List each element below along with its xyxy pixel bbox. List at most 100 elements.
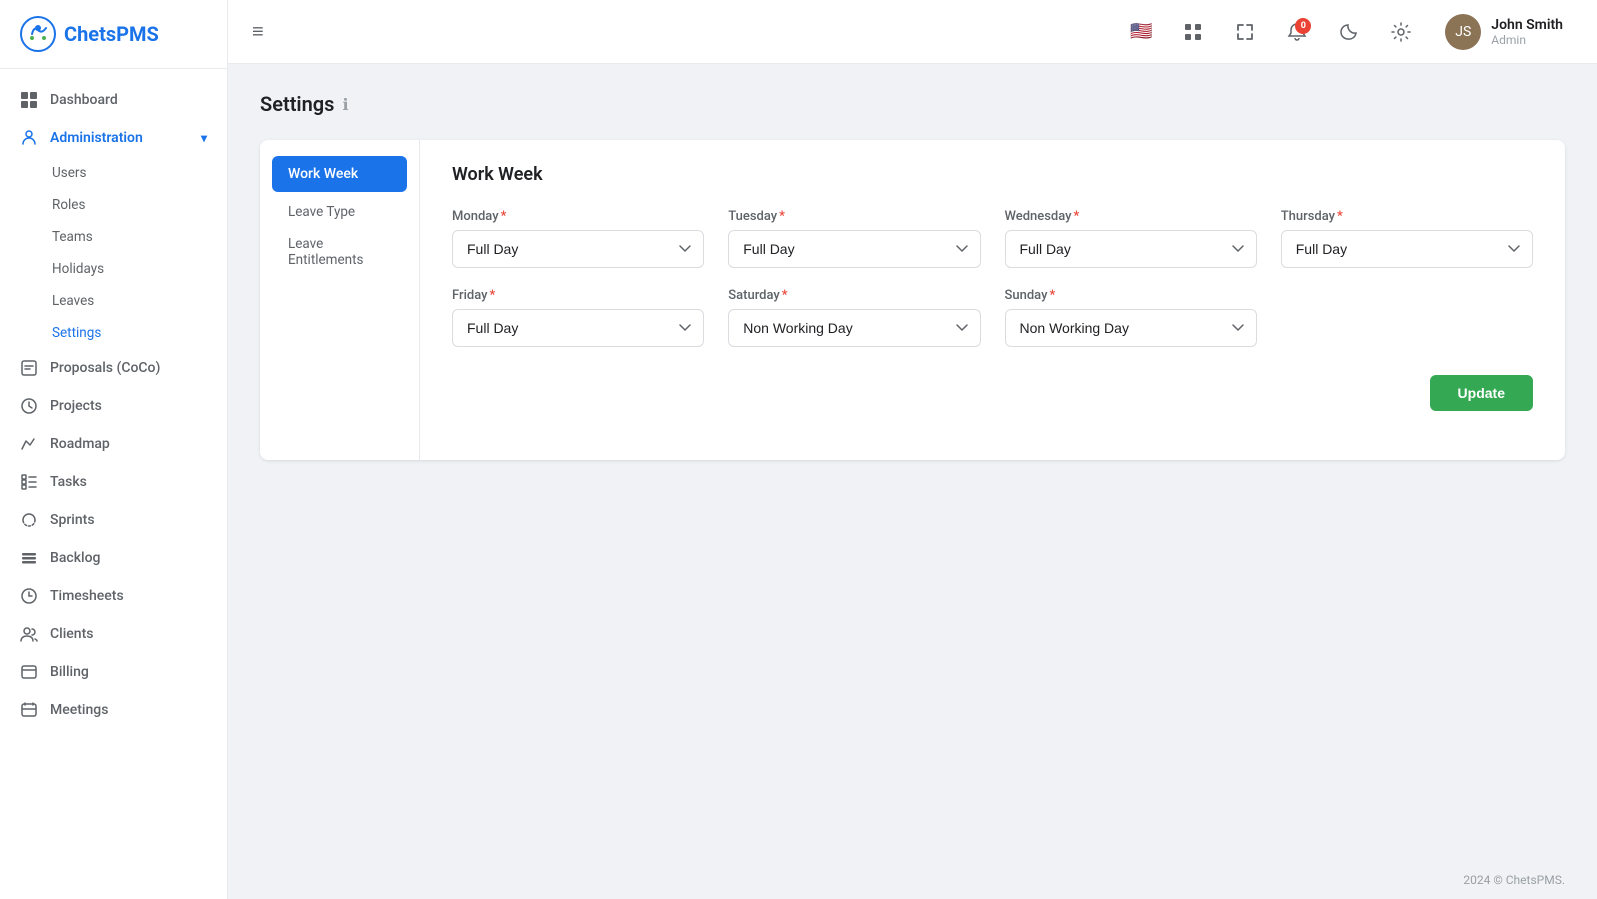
tab-leave-type[interactable]: Leave Type [272,196,407,228]
sidebar-item-timesheets[interactable]: Timesheets [0,577,227,615]
fullscreen-icon [1235,22,1255,42]
sidebar-item-backlog-label: Backlog [50,550,100,566]
dashboard-icon [20,91,38,109]
notification-badge: 0 [1295,18,1311,34]
update-button[interactable]: Update [1430,375,1533,411]
sidebar-item-sprints[interactable]: Sprints [0,501,227,539]
settings-tabs: Work Week Leave Type Leave Entitlements [260,140,420,460]
work-week-grid: Monday* Full Day Half Day Non Working Da… [452,209,1533,347]
settings-button[interactable] [1383,14,1419,50]
user-profile[interactable]: JS John Smith Admin [1435,8,1573,56]
sidebar-navigation: Dashboard Administration ▾ Users Roles T… [0,69,227,899]
sidebar-item-leaves[interactable]: Leaves [0,285,227,317]
user-role: Admin [1491,33,1563,47]
dark-mode-button[interactable] [1331,14,1367,50]
sprints-icon [20,511,38,529]
monday-field: Monday* Full Day Half Day Non Working Da… [452,209,704,268]
roadmap-icon [20,435,38,453]
friday-field: Friday* Full Day Half Day Non Working Da… [452,288,704,347]
timesheets-icon [20,587,38,605]
sidebar-item-projects[interactable]: Projects [0,387,227,425]
footer: 2024 © ChetsPMS. [228,861,1597,899]
main-wrapper: ≡ 🇺🇸 0 JS [228,0,1597,899]
sidebar-item-meetings[interactable]: Meetings [0,691,227,729]
page-content: Settings ℹ Work Week Leave Type Leave En… [228,64,1597,861]
wednesday-field: Wednesday* Full Day Half Day Non Working… [1005,209,1257,268]
flag-icon: 🇺🇸 [1130,21,1152,42]
sidebar-item-billing[interactable]: Billing [0,653,227,691]
tab-leave-entitlements[interactable]: Leave Entitlements [272,228,407,276]
notifications-button[interactable]: 0 [1279,14,1315,50]
sidebar-item-teams-label: Teams [52,229,93,245]
tuesday-select[interactable]: Full Day Half Day Non Working Day [728,230,980,268]
chevron-down-icon: ▾ [201,131,207,145]
sidebar-item-proposals-label: Proposals (CoCo) [50,360,160,376]
wednesday-label: Wednesday* [1005,209,1257,224]
page-header: Settings ℹ [260,92,1565,116]
proposals-icon [20,359,38,377]
backlog-icon [20,549,38,567]
logo-icon [20,16,56,52]
sidebar-item-roadmap[interactable]: Roadmap [0,425,227,463]
hamburger-button[interactable]: ≡ [252,19,264,44]
sunday-field: Sunday* Full Day Half Day Non Working Da… [1005,288,1257,347]
sidebar-item-billing-label: Billing [50,664,89,680]
sidebar-item-sprints-label: Sprints [50,512,95,528]
fullscreen-button[interactable] [1227,14,1263,50]
sidebar-item-leaves-label: Leaves [52,293,94,309]
wednesday-select[interactable]: Full Day Half Day Non Working Day [1005,230,1257,268]
sidebar-item-meetings-label: Meetings [50,702,108,718]
dark-mode-icon [1339,22,1359,42]
sidebar-item-backlog[interactable]: Backlog [0,539,227,577]
sidebar: ChetsPMS Dashboard Administration ▾ User… [0,0,228,899]
sidebar-item-settings-label: Settings [52,325,101,341]
sidebar-item-timesheets-label: Timesheets [50,588,124,604]
sunday-label: Sunday* [1005,288,1257,303]
header: ≡ 🇺🇸 0 JS [228,0,1597,64]
app-name: ChetsPMS [64,22,159,46]
sidebar-item-tasks[interactable]: Tasks [0,463,227,501]
sidebar-item-administration[interactable]: Administration ▾ [0,119,227,157]
update-btn-row: Update [452,375,1533,411]
thursday-select[interactable]: Full Day Half Day Non Working Day [1281,230,1533,268]
friday-select[interactable]: Full Day Half Day Non Working Day [452,309,704,347]
clients-icon [20,625,38,643]
sidebar-item-dashboard[interactable]: Dashboard [0,81,227,119]
tab-work-week[interactable]: Work Week [272,156,407,192]
saturday-label: Saturday* [728,288,980,303]
flag-button[interactable]: 🇺🇸 [1123,14,1159,50]
sidebar-item-holidays-label: Holidays [52,261,104,277]
sidebar-item-tasks-label: Tasks [50,474,87,490]
sidebar-item-settings[interactable]: Settings [0,317,227,349]
sidebar-item-teams[interactable]: Teams [0,221,227,253]
tuesday-label: Tuesday* [728,209,980,224]
info-icon[interactable]: ℹ [342,95,348,114]
gear-icon [1391,22,1411,42]
sunday-select[interactable]: Full Day Half Day Non Working Day [1005,309,1257,347]
projects-icon [20,397,38,415]
header-actions: 🇺🇸 0 JS John Smith Admin [1123,8,1573,56]
billing-icon [20,663,38,681]
sidebar-item-roles[interactable]: Roles [0,189,227,221]
tasks-icon [20,473,38,491]
meetings-icon [20,701,38,719]
thursday-field: Thursday* Full Day Half Day Non Working … [1281,209,1533,268]
sidebar-item-holidays[interactable]: Holidays [0,253,227,285]
sidebar-item-administration-label: Administration [50,130,143,146]
sidebar-item-clients-label: Clients [50,626,93,642]
sidebar-item-clients[interactable]: Clients [0,615,227,653]
sidebar-item-projects-label: Projects [50,398,102,414]
saturday-select[interactable]: Full Day Half Day Non Working Day [728,309,980,347]
sidebar-item-dashboard-label: Dashboard [50,92,118,108]
apps-icon [1183,22,1203,42]
page-title: Settings [260,92,334,116]
footer-text: 2024 © ChetsPMS. [1463,873,1565,887]
saturday-field: Saturday* Full Day Half Day Non Working … [728,288,980,347]
sidebar-item-proposals[interactable]: Proposals (CoCo) [0,349,227,387]
admin-icon [20,129,38,147]
apps-button[interactable] [1175,14,1211,50]
user-info: John Smith Admin [1491,17,1563,47]
sidebar-item-users[interactable]: Users [0,157,227,189]
sidebar-logo: ChetsPMS [0,0,227,69]
monday-select[interactable]: Full Day Half Day Non Working Day [452,230,704,268]
